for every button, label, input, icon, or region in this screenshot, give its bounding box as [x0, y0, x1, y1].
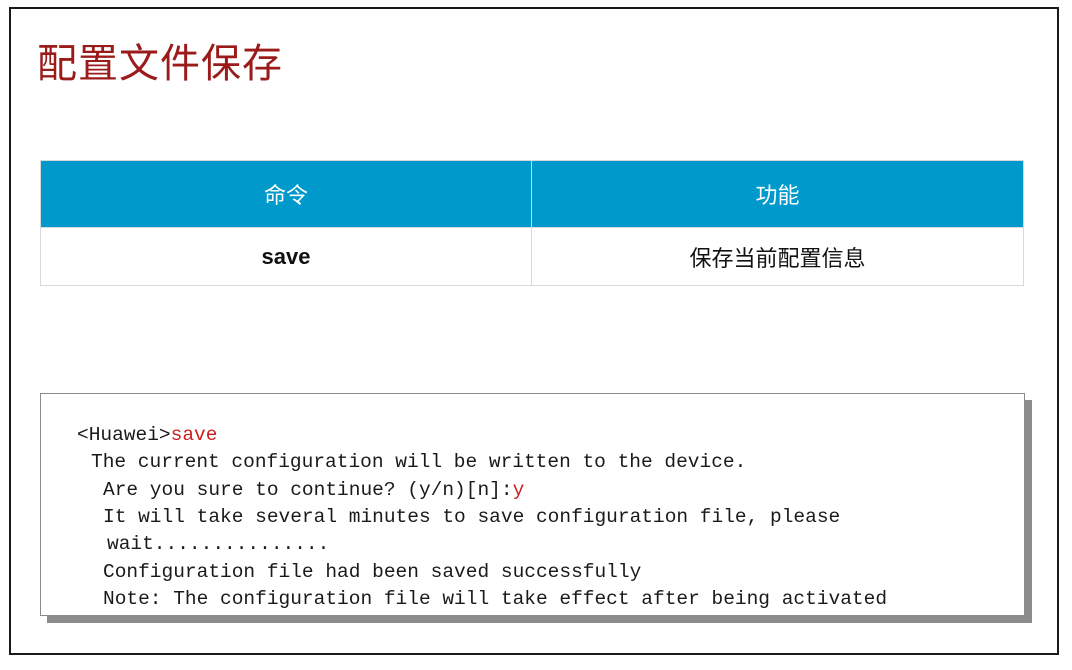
table-row: save 保存当前配置信息 — [40, 227, 1024, 286]
slide-title: 配置文件保存 — [37, 41, 283, 87]
terminal-command: save — [170, 424, 218, 446]
terminal-line-4: It will take several minutes to save con… — [103, 506, 841, 528]
terminal-line-3: Are you sure to continue? (y/n)[n]:y — [103, 479, 524, 501]
terminal-confirm-answer: y — [512, 479, 525, 501]
terminal-line-7: Note: The configuration file will take e… — [103, 588, 888, 610]
terminal-line-6: Configuration file had been saved succes… — [103, 561, 642, 583]
header-function: 功能 — [531, 160, 1024, 228]
terminal-lines: <Huawei>save The current configuration w… — [41, 394, 887, 610]
command-table: 命令 功能 save 保存当前配置信息 — [40, 160, 1024, 286]
terminal-prompt: <Huawei> — [77, 424, 171, 446]
function-cell: 保存当前配置信息 — [531, 227, 1024, 286]
terminal-output-box: <Huawei>save The current configuration w… — [40, 393, 1025, 616]
table-header-row: 命令 功能 — [40, 160, 1024, 228]
terminal-line-prompt: <Huawei>save — [77, 424, 217, 446]
header-command: 命令 — [40, 160, 532, 228]
terminal-confirm-prompt: Are you sure to continue? (y/n)[n]: — [103, 479, 513, 501]
command-cell: save — [40, 227, 532, 286]
terminal-line-2: The current configuration will be writte… — [91, 451, 747, 473]
terminal-line-5: wait............... — [107, 533, 330, 555]
